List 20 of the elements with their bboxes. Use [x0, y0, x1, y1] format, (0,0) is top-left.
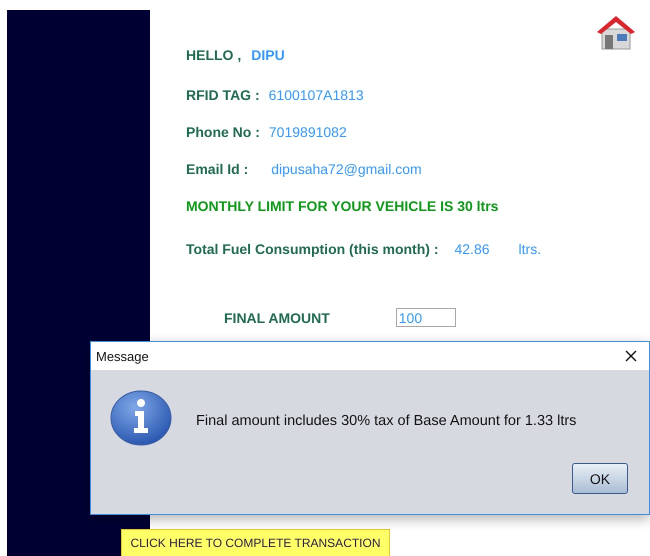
detail-label: Phone No : [186, 124, 260, 140]
consumption-label: Total Fuel Consumption (this month) : [186, 241, 438, 257]
consumption-value: 42.86 [454, 241, 490, 257]
complete-transaction-button[interactable]: CLICK HERE TO COMPLETE TRANSACTION [121, 529, 390, 556]
greeting-label: HELLO , [186, 47, 242, 63]
detail-value: dipusaha72@gmail.com [271, 161, 422, 177]
final-amount-label: FINAL AMOUNT [224, 310, 330, 326]
info-icon [110, 390, 172, 446]
home-icon[interactable] [596, 13, 636, 51]
detail-label: RFID TAG : [186, 87, 260, 103]
detail-label: Email Id : [186, 161, 248, 177]
detail-value: 7019891082 [268, 124, 347, 140]
close-icon[interactable] [625, 350, 637, 362]
ok-button[interactable]: OK [572, 463, 628, 494]
limit-notice: MONTHLY LIMIT FOR YOUR VEHICLE IS 30 ltrs [186, 198, 498, 214]
dialog-title: Message [96, 348, 149, 364]
unit-label: ltrs. [518, 241, 542, 257]
user-name: DIPU [251, 47, 285, 63]
dialog-message: Final amount includes 30% tax of Base Amount for 1.33 ltrs [196, 413, 576, 429]
detail-value: 6100107A1813 [268, 87, 364, 103]
